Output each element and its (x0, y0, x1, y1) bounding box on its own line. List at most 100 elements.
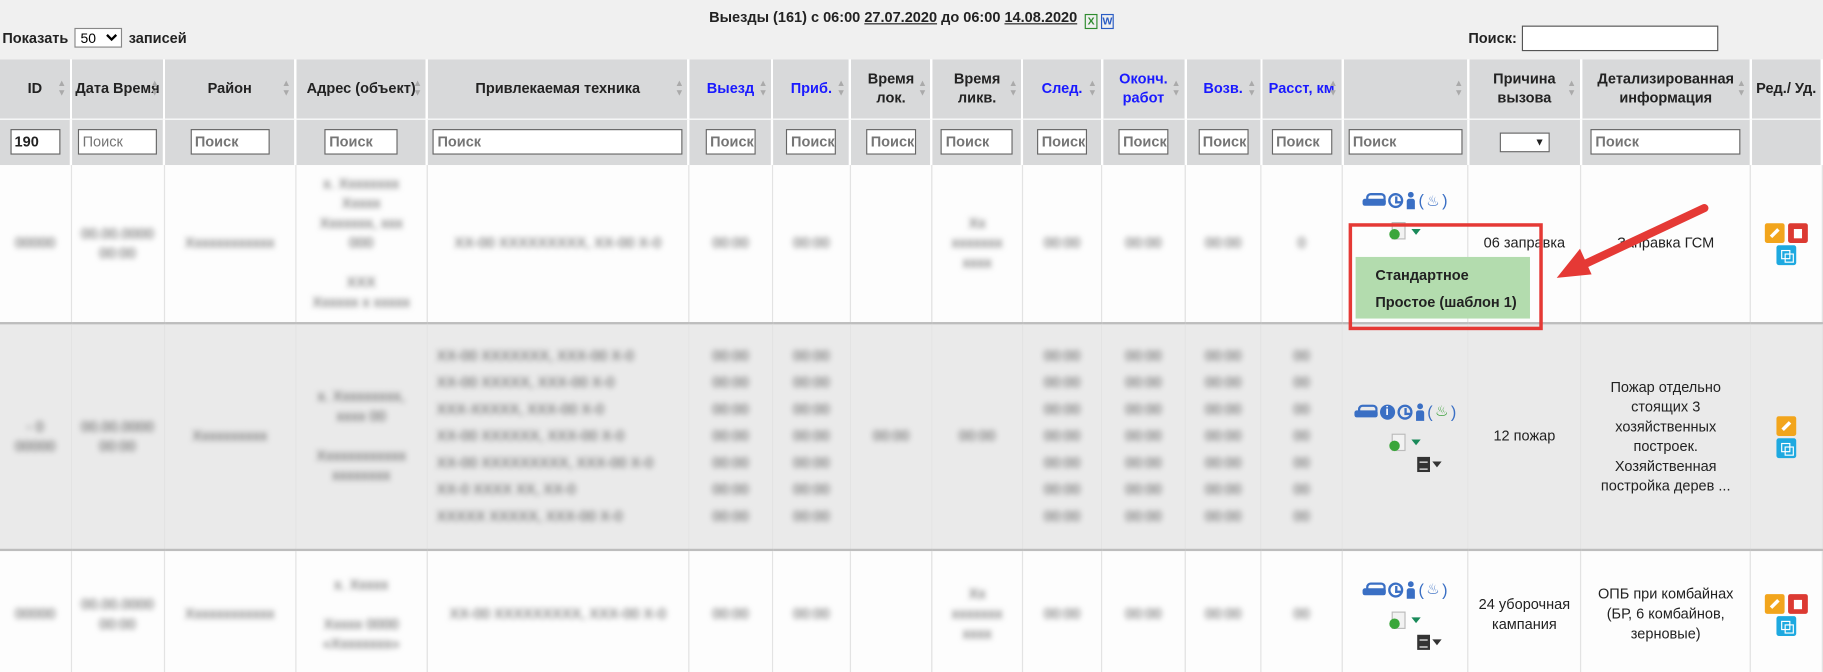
row-equipment: XX-00 XXXXXXXXX, XXX-00 X-0 (449, 605, 667, 622)
row-actions-cell: (♨) (1342, 549, 1469, 672)
col-header-address[interactable]: Адрес (объект) ▲ ▼ (295, 59, 429, 120)
info-icon[interactable]: i (1379, 404, 1395, 420)
chevron-down-icon[interactable] (1411, 439, 1421, 446)
chevron-down-icon[interactable] (1432, 638, 1442, 645)
col-header-actions[interactable]: ▲ ▼ (1342, 59, 1470, 120)
col-header-id[interactable]: ID ▲ ▼ (0, 59, 73, 120)
excel-icon[interactable]: X (1084, 13, 1098, 30)
filter-end-work-input[interactable] (1118, 129, 1169, 155)
delete-button[interactable] (1787, 593, 1808, 614)
row-liq-time: 00:00 (958, 427, 996, 445)
col-header-equipment[interactable]: Привлекаемая техника ▲ ▼ (426, 59, 690, 120)
car-icon[interactable] (1362, 192, 1386, 208)
row-arrival: 00:00 (793, 234, 830, 252)
toolbar: Выезды (161) с 06:00 27.07.2020 до 06:00… (0, 0, 1823, 60)
row-district: Xxxxxxxxxx (192, 427, 268, 445)
table-row[interactable]: - 0 00000 00.00.0000 00:00 Xxxxxxxxxx x. X… (0, 323, 1823, 552)
row-end-work: 00:00 00:00 00:00 00:00 00:00 00:00 00:00 (1125, 347, 1162, 525)
sort-icon: ▲ ▼ (1736, 77, 1746, 98)
sort-icon: ▲ ▼ (57, 77, 67, 98)
edit-button[interactable] (1764, 222, 1785, 243)
header-row: ID ▲ ▼ Дата Время ▲ ▼ Район ▲ ▼ Адрес (объект)… (0, 59, 1823, 120)
filter-next-input[interactable] (1037, 129, 1088, 155)
report-icon[interactable] (1417, 456, 1431, 472)
filter-return-input[interactable] (1198, 129, 1249, 155)
col-header-details[interactable]: Детализированная информация ▲ ▼ (1580, 59, 1752, 120)
delete-button[interactable] (1787, 222, 1808, 243)
copy-button[interactable] (1776, 437, 1797, 458)
col-header-distance[interactable]: Расст, км ▲ ▼ (1260, 59, 1344, 120)
edit-button[interactable] (1776, 415, 1797, 436)
filter-district-input[interactable] (190, 129, 270, 155)
row-distance: 00 00 00 00 00 00 00 (1293, 347, 1310, 525)
sort-icon: ▲ ▼ (1171, 77, 1181, 98)
row-reason: 24 уборочная кампания (1467, 549, 1582, 672)
filter-distance-input[interactable] (1271, 129, 1332, 155)
clock-icon[interactable] (1397, 404, 1413, 420)
table-row[interactable]: 00000 00.00.0000 00:00 Xxxxxxxxxxxx x. Xx… (0, 165, 1823, 325)
filter-arrival-input[interactable] (786, 129, 837, 155)
row-distance: 0 (1297, 234, 1306, 252)
clock-icon[interactable] (1388, 581, 1404, 597)
fire-icon[interactable]: ♨ (1426, 191, 1440, 210)
word-icon[interactable]: W (1101, 13, 1114, 30)
sort-icon: ▲ ▼ (281, 77, 291, 98)
col-header-reason[interactable]: Причина вызова ▲ ▼ (1467, 59, 1582, 120)
document-icon[interactable] (1389, 433, 1406, 452)
sort-icon: ▲ ▼ (758, 77, 768, 98)
filter-liq-time-input[interactable] (941, 129, 1014, 155)
chevron-down-icon[interactable] (1432, 460, 1442, 467)
date-to-link[interactable]: 14.08.2020 (1004, 9, 1077, 25)
clock-icon[interactable] (1388, 192, 1404, 209)
filter-reason-select[interactable]: ▼ (1499, 132, 1550, 153)
chevron-down-icon[interactable] (1411, 617, 1421, 624)
col-header-liq-time[interactable]: Время ликв. ▲ ▼ (931, 59, 1024, 120)
col-header-arrival[interactable]: Приб. ▲ ▼ (772, 59, 852, 120)
person-icon[interactable] (1406, 580, 1416, 599)
search-label: Поиск: (1468, 30, 1517, 47)
row-loc-time: 00:00 (872, 427, 910, 445)
date-from-link[interactable]: 27.07.2020 (864, 9, 937, 25)
filter-actions-input[interactable] (1348, 129, 1463, 155)
row-address: x. Xxxxxxxxx, xxxx 00 Xxxxxxxxxxxx xxxxxxxx (316, 388, 407, 484)
col-header-datetime[interactable]: Дата Время ▲ ▼ (70, 59, 166, 120)
search-input[interactable] (1521, 25, 1719, 52)
sort-icon: ▲ ▼ (1087, 77, 1097, 98)
report-icon[interactable] (1417, 634, 1431, 650)
col-header-next[interactable]: След. ▲ ▼ (1022, 59, 1103, 120)
filter-loc-time-input[interactable] (866, 129, 917, 155)
filter-datetime-input[interactable] (77, 129, 158, 155)
page-length-select[interactable]: 50 (74, 27, 123, 48)
page-length-control: Показать 50 записей (2, 27, 187, 48)
filter-equipment-input[interactable] (432, 129, 683, 155)
filter-id-input[interactable] (9, 129, 60, 155)
car-icon[interactable] (1354, 404, 1378, 419)
search-box: Поиск: (1468, 25, 1719, 52)
car-icon[interactable] (1362, 581, 1386, 597)
sort-icon: ▲ ▼ (1247, 77, 1257, 98)
person-icon[interactable] (1414, 402, 1424, 421)
edit-button[interactable] (1764, 593, 1785, 614)
fire-icon[interactable]: ♨ (1426, 580, 1440, 599)
col-header-edit-delete: Ред./ Уд. (1750, 59, 1823, 120)
document-icon[interactable] (1389, 610, 1406, 630)
row-district: Xxxxxxxxxxxx (184, 605, 275, 622)
fire-icon[interactable]: ♨ (1435, 402, 1449, 421)
annotation-arrow-icon (1556, 204, 1709, 278)
length-prefix: Показать (2, 30, 69, 47)
filter-address-input[interactable] (324, 129, 398, 155)
row-id: 00000 (14, 234, 56, 252)
person-icon[interactable] (1406, 191, 1416, 210)
row-arrival: 00:00 00:00 00:00 00:00 00:00 00:00 00:00 (793, 347, 830, 525)
table-row[interactable]: 00000 00.00.0000 00:00 Xxxxxxxxxxxx x. Xx… (0, 549, 1823, 672)
col-header-loc-time[interactable]: Время лок. ▲ ▼ (850, 59, 933, 120)
copy-button[interactable] (1776, 244, 1797, 265)
filter-departure-input[interactable] (705, 129, 756, 155)
row-departure: 00:00 (712, 605, 749, 622)
copy-button[interactable] (1776, 615, 1797, 636)
col-header-departure[interactable]: Выезд ▲ ▼ (688, 59, 774, 120)
col-header-end-work[interactable]: Оконч. работ ▲ ▼ (1101, 59, 1187, 120)
col-header-district[interactable]: Район ▲ ▼ (164, 59, 297, 120)
filter-details-input[interactable] (1590, 129, 1741, 155)
col-header-return[interactable]: Возв. ▲ ▼ (1185, 59, 1263, 120)
